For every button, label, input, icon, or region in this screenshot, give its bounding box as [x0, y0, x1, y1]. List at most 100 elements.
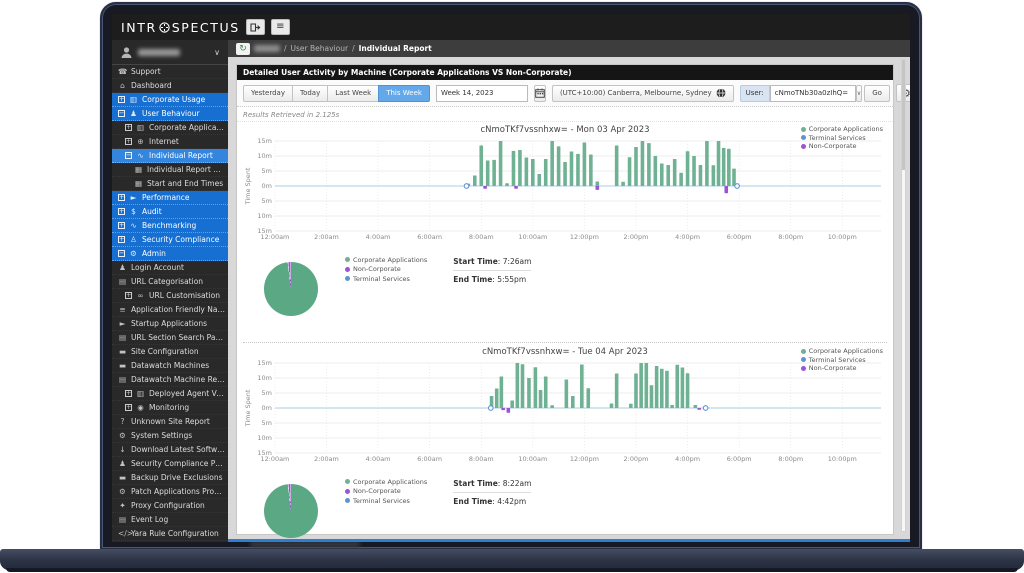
sidebar-item-login-account[interactable]: ♟Login Account — [112, 261, 228, 275]
chart-legend: Corporate ApplicationsNon-CorporateTermi… — [345, 464, 427, 506]
sidebar-item-label: Yara Rule Configuration — [131, 529, 219, 538]
scrollbar-thumb[interactable] — [902, 60, 905, 170]
timezone-button[interactable]: (UTC+10:00) Canberra, Melbourne, Sydney — [552, 85, 734, 102]
range-button-last-week[interactable]: Last Week — [327, 85, 379, 102]
corporate-usage-icon: ▥ — [129, 95, 138, 104]
avatar-icon — [120, 46, 133, 59]
terminal-services-marker — [464, 184, 469, 189]
bar-corporate — [665, 371, 669, 408]
sidebar-item-corporate-applications[interactable]: +▥Corporate Applications — [112, 121, 228, 135]
sidebar-item-admin[interactable]: −⚙Admin — [112, 247, 228, 261]
sidebar-item-user-behaviour[interactable]: −♟User Behaviour — [112, 107, 228, 121]
sidebar-item-event-log[interactable]: ▤Event Log — [112, 513, 228, 527]
sidebar-item-backup-drive-exclusions[interactable]: ▬Backup Drive Exclusions — [112, 471, 228, 485]
range-button-yesterday[interactable]: Yesterday — [243, 85, 293, 102]
sidebar-item-datawatch-machines[interactable]: ▬Datawatch Machines — [112, 359, 228, 373]
expand-icon[interactable]: + — [125, 404, 132, 411]
sidebar-item-deployed-agent-versions[interactable]: +▥Deployed Agent Versions — [112, 387, 228, 401]
pie-summary-row: 1.1%98.9%Corporate ApplicationsNon-Corpo… — [243, 463, 887, 542]
vertical-scrollbar[interactable] — [901, 59, 906, 532]
calendar-button[interactable] — [534, 85, 546, 102]
expand-icon[interactable]: + — [125, 124, 132, 131]
x-tick-label: 10:00am — [518, 233, 547, 241]
menu-button[interactable]: ≡ — [271, 19, 290, 35]
pie-badge-corporate: 98.8% — [278, 327, 303, 335]
legend-item-terminal-services: Terminal Services — [801, 134, 883, 143]
go-button[interactable]: Go — [864, 85, 890, 102]
x-tick-label: 4:00pm — [675, 233, 700, 241]
sidebar-item-performance[interactable]: +►Performance — [112, 191, 228, 205]
legend-label: Non-Corporate — [353, 265, 401, 273]
legend-label: Non-Corporate — [809, 142, 857, 150]
collapse-icon[interactable]: − — [118, 110, 125, 117]
sidebar-item-yara-rule-configuration[interactable]: </>Yara Rule Configuration — [112, 527, 228, 541]
bar-corporate — [525, 158, 529, 187]
range-button-this-week[interactable]: This Week — [378, 85, 430, 102]
y-tick-label: 5m — [262, 167, 272, 175]
bar-corporate — [694, 405, 698, 408]
sidebar-item-security-compliance-profile[interactable]: ♟Security Compliance Profile — [112, 457, 228, 471]
sidebar-user-menu[interactable]: ∨ — [112, 40, 228, 65]
bar-corporate — [615, 374, 619, 409]
expand-icon[interactable]: + — [125, 138, 132, 145]
legend-label: Non-Corporate — [353, 487, 401, 495]
refresh-button[interactable]: ↻ — [236, 43, 250, 55]
sidebar-item-individual-report[interactable]: −∿Individual Report — [112, 149, 228, 163]
screen-icon: ▤ — [118, 277, 127, 286]
sidebar-item-monitoring[interactable]: +◉Monitoring — [112, 401, 228, 415]
x-tick-label: 4:00am — [366, 233, 391, 241]
expand-icon[interactable]: + — [125, 292, 132, 299]
chart-legend: Corporate ApplicationsTerminal ServicesN… — [801, 347, 883, 373]
user-dropdown-button[interactable]: ∨ — [856, 85, 862, 102]
sidebar-item-datawatch-machine-report[interactable]: ▤Datawatch Machine Report — [112, 373, 228, 387]
sidebar-item-security-compliance[interactable]: +♙Security Compliance — [112, 233, 228, 247]
sidebar-item-support[interactable]: ☎Support — [112, 65, 228, 79]
bar-corporate — [495, 389, 499, 409]
chart-title: cNmoTKf7vssnhxw= - Tue 04 Apr 2023 — [243, 346, 887, 359]
user-icon: ♟ — [129, 109, 138, 118]
bar-corporate — [563, 162, 567, 186]
user-input[interactable] — [770, 85, 856, 102]
bar-corporate — [615, 146, 619, 187]
bar-corporate — [492, 160, 496, 186]
sidebar-item-audit[interactable]: +$Audit — [112, 205, 228, 219]
sidebar-item-download-latest-software[interactable]: ↓Download Latest Software — [112, 443, 228, 457]
collapse-icon[interactable]: − — [118, 250, 125, 257]
expand-icon[interactable]: + — [118, 208, 125, 215]
sidebar-item-dashboard[interactable]: ⌂Dashboard — [112, 79, 228, 93]
sidebar-item-url-categorisation[interactable]: ▤ URL Categorisation — [112, 275, 228, 289]
breadcrumb-parent[interactable]: User Behaviour — [291, 44, 349, 53]
sidebar-item-benchmarking[interactable]: +∿Benchmarking — [112, 219, 228, 233]
sidebar-item-application-friendly-names[interactable]: ≡Application Friendly Names — [112, 303, 228, 317]
panel-title: Detailed User Activity by Machine (Corpo… — [237, 65, 893, 80]
legend-dot-icon — [345, 479, 350, 484]
sidebar-item-patch-applications-profile[interactable]: ⚙Patch Applications Profile — [112, 485, 228, 499]
sidebar-item-proxy-configuration[interactable]: ✦Proxy Configuration — [112, 499, 228, 513]
expand-icon[interactable]: + — [118, 194, 125, 201]
logout-button[interactable] — [246, 19, 265, 35]
bar-corporate — [650, 385, 654, 408]
sidebar-item-internet[interactable]: +⊕Internet — [112, 135, 228, 149]
expand-icon[interactable]: + — [125, 390, 132, 397]
bar-corporate — [557, 146, 561, 186]
expand-icon[interactable]: + — [118, 236, 125, 243]
range-button-today[interactable]: Today — [292, 85, 328, 102]
sidebar-item-startup-applications[interactable]: ►Startup Applications — [112, 317, 228, 331]
sidebar-item-unknown-site-report[interactable]: ?Unknown Site Report — [112, 415, 228, 429]
expand-icon[interactable]: + — [118, 96, 125, 103]
sidebar-item-individual-report-data[interactable]: ▦Individual Report Data — [112, 163, 228, 177]
expand-icon[interactable]: + — [118, 222, 125, 229]
legend-item-non-corporate: Non-Corporate — [801, 364, 883, 373]
sidebar-item-site-configuration[interactable]: ▬Site Configuration — [112, 345, 228, 359]
legend-item-corporate-applications: Corporate Applications — [801, 125, 883, 134]
sidebar-item-url-customisation[interactable]: +∞URL Customisation — [112, 289, 228, 303]
week-input[interactable] — [436, 85, 528, 102]
sidebar-item-start-and-end-times[interactable]: ▦Start and End Times — [112, 177, 228, 191]
sidebar-item-system-settings[interactable]: ⚙System Settings — [112, 429, 228, 443]
top-bar: INTR SPECTUS ≡ — [112, 14, 910, 40]
sidebar-item-label: URL Categorisation — [131, 277, 203, 286]
bar-corporate — [586, 388, 590, 408]
sidebar-item-url-section-search-pattern[interactable]: ▤URL Section Search Pattern — [112, 331, 228, 345]
sidebar-item-corporate-usage[interactable]: +▥Corporate Usage — [112, 93, 228, 107]
collapse-icon[interactable]: − — [125, 152, 132, 159]
